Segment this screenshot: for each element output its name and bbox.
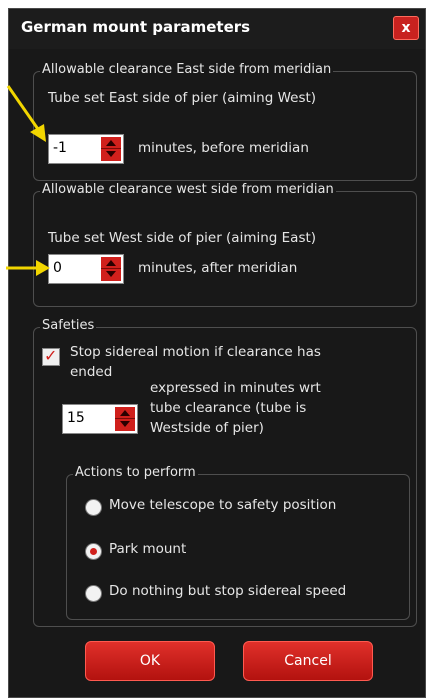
- stop-sidereal-label-1: Stop sidereal motion if clearance has: [70, 344, 321, 360]
- west-suffix: minutes, after meridian: [138, 260, 298, 276]
- close-icon: x: [401, 20, 411, 36]
- spin-arrows-icon[interactable]: [115, 407, 135, 431]
- safety-minutes-value: 15: [67, 410, 85, 426]
- radio-selected-dot: [90, 548, 97, 555]
- cancel-button[interactable]: Cancel: [243, 641, 373, 681]
- dialog-title: German mount parameters: [21, 18, 251, 36]
- stop-sidereal-label-2: ended: [70, 364, 113, 380]
- safeties-legend: Safeties: [40, 318, 97, 333]
- arrow-pointer-icon: [6, 85, 46, 142]
- expr-line-2: tube clearance (tube is: [150, 400, 307, 416]
- east-suffix: minutes, before meridian: [138, 140, 309, 156]
- safety-minutes-spinner[interactable]: 15: [62, 404, 138, 434]
- expr-line-3: Westside of pier): [150, 420, 264, 436]
- actions-group: Actions to perform Move telescope to saf…: [66, 465, 410, 620]
- expr-line-1: expressed in minutes wrt: [150, 380, 321, 396]
- close-button[interactable]: x: [393, 16, 419, 40]
- title-bar: German mount parameters x: [9, 9, 425, 49]
- west-clearance-group: Allowable clearance west side from merid…: [33, 182, 417, 307]
- east-clearance-legend: Allowable clearance East side from merid…: [40, 62, 334, 77]
- ok-button[interactable]: OK: [85, 641, 215, 681]
- radio-park-mount[interactable]: [85, 543, 102, 560]
- east-clearance-group: Allowable clearance East side from merid…: [33, 62, 417, 181]
- stop-sidereal-checkbox[interactable]: ✓: [42, 346, 60, 366]
- spin-arrows-icon[interactable]: [101, 257, 121, 281]
- radio-move-safety-label: Move telescope to safety position: [109, 497, 337, 513]
- west-desc: Tube set West side of pier (aiming East): [48, 230, 317, 246]
- west-clearance-legend: Allowable clearance west side from merid…: [40, 182, 336, 197]
- safeties-group: Safeties ✓ Stop sidereal motion if clear…: [33, 318, 417, 627]
- radio-move-safety[interactable]: [85, 499, 102, 516]
- radio-do-nothing-label: Do nothing but stop sidereal speed: [109, 583, 347, 599]
- radio-do-nothing[interactable]: [85, 585, 102, 602]
- dialog: German mount parameters x Allowable clea…: [8, 8, 426, 698]
- east-desc: Tube set East side of pier (aiming West): [48, 90, 317, 106]
- radio-park-mount-label: Park mount: [109, 541, 187, 557]
- spin-arrows-icon[interactable]: [101, 137, 121, 161]
- actions-legend: Actions to perform: [73, 465, 198, 480]
- checkmark-icon: ✓: [44, 346, 58, 365]
- arrow-pointer-icon: [6, 260, 50, 276]
